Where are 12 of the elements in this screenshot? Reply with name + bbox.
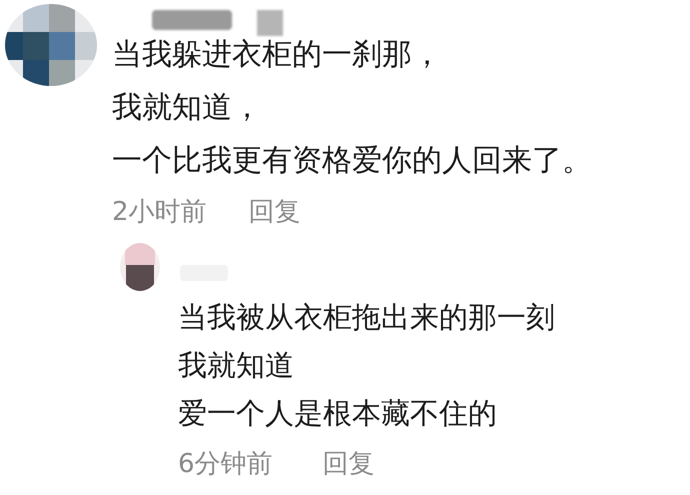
comment-text: 当我被从衣柜拖出来的那一刻 xyxy=(178,299,556,336)
comment-text: 一个比我更有资格爱你的人回来了。 xyxy=(112,142,593,180)
timestamp: 6分钟前 xyxy=(178,448,273,481)
timestamp: 2小时前 xyxy=(112,196,207,229)
reply-link[interactable]: 回复 xyxy=(248,195,301,229)
comment-text: 当我躲进衣柜的一刹那， xyxy=(112,36,443,74)
blurred-name xyxy=(257,10,283,36)
comment-text: 爱一个人是根本藏不住的 xyxy=(178,395,498,432)
avatar-icon xyxy=(120,243,160,291)
comment-text: 我就知道 xyxy=(178,347,295,384)
reply-link[interactable]: 回复 xyxy=(322,447,375,481)
comment-text: 我就知道， xyxy=(112,89,263,127)
